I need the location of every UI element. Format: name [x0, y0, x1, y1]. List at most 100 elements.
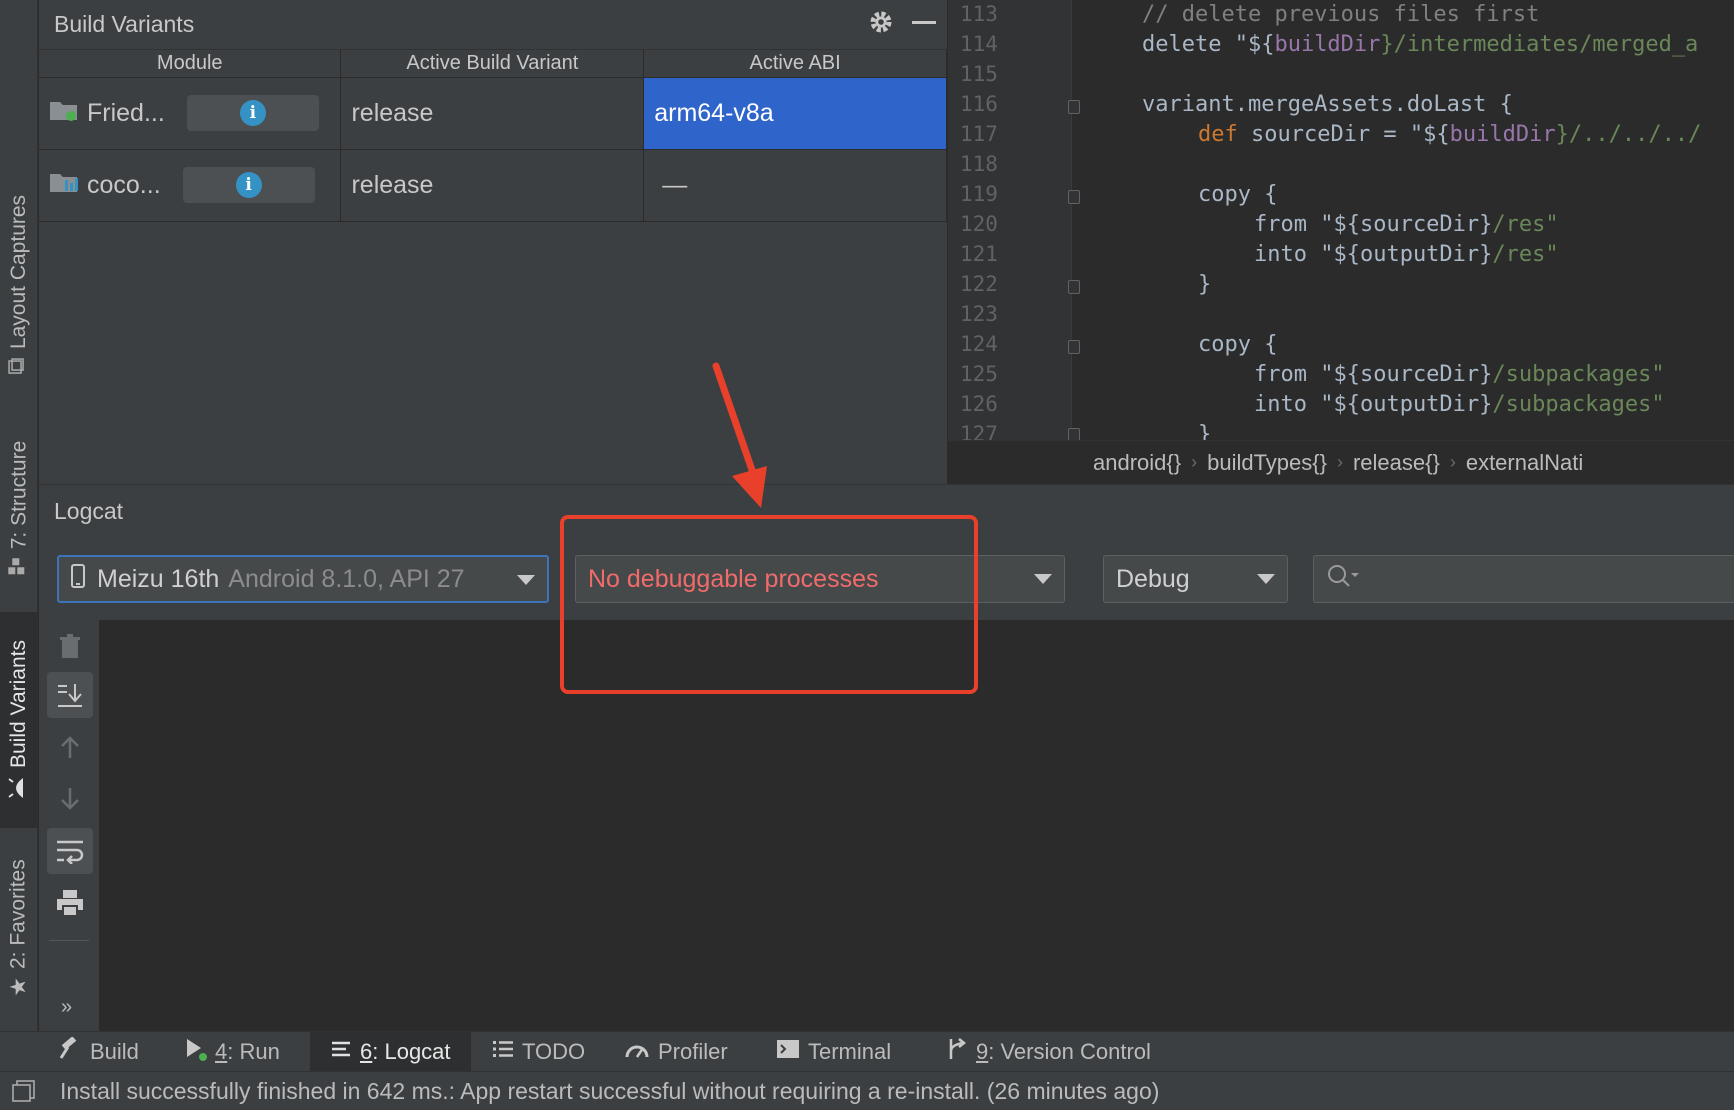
module-cell[interactable]: coco... i	[39, 149, 342, 222]
code-line: delete "${buildDir}/intermediates/merged…	[1142, 32, 1698, 57]
scroll-to-end-button[interactable]	[47, 672, 93, 718]
line-number: 122	[960, 272, 998, 296]
device-selector[interactable]: Meizu 16th Android 8.1.0, API 27	[57, 555, 549, 603]
arrow-down-icon	[61, 788, 79, 810]
abi-cell[interactable]: arm64-v8a	[643, 77, 947, 150]
panel-title: Build Variants	[54, 11, 195, 37]
toggle-tool-windows-icon[interactable]	[12, 1080, 36, 1108]
breadcrumb: android{} › buildTypes{} › release{} › e…	[948, 440, 1734, 484]
column-header-module[interactable]: Module	[39, 50, 342, 78]
code-token: def	[1198, 122, 1251, 147]
tab-build-variants[interactable]: Build Variants	[0, 612, 38, 828]
column-header-abi[interactable]: Active ABI	[643, 50, 947, 78]
code-line: copy {	[1198, 332, 1278, 357]
tab-favorites[interactable]: ★ 2: Favorites	[0, 840, 38, 1015]
tool-tab-label: Terminal	[808, 1039, 892, 1064]
table-row: Fried... i release arm64-v8a	[39, 77, 947, 150]
build-variants-header: Build Variants	[39, 0, 947, 50]
module-info-button[interactable]: i	[186, 95, 319, 131]
layout-captures-icon	[7, 357, 31, 375]
logcat-search-input[interactable]	[1313, 555, 1734, 603]
print-button[interactable]	[47, 880, 93, 926]
tool-tab-logcat[interactable]: 6: Logcat	[310, 1032, 471, 1072]
star-icon: ★	[6, 976, 32, 997]
chevron-down-icon	[1257, 574, 1275, 584]
fold-marker-icon[interactable]	[1068, 280, 1080, 294]
fold-marker-icon[interactable]	[1068, 100, 1080, 114]
status-bar: Install successfully finished in 642 ms.…	[0, 1071, 1734, 1110]
code-editor[interactable]: 113 114 115 116 117 118 119 120 121 122 …	[948, 0, 1734, 440]
tab-structure[interactable]: 7: Structure	[0, 428, 38, 588]
log-level-value: Debug	[1116, 564, 1190, 593]
clear-logcat-button[interactable]	[47, 624, 93, 670]
tool-tab-run[interactable]: 4: Run	[175, 1032, 290, 1072]
phone-icon	[71, 563, 85, 595]
minimize-icon[interactable]	[911, 9, 937, 41]
more-actions-icon[interactable]: »	[61, 996, 72, 1019]
line-number: 126	[960, 392, 998, 416]
code-token: sourceDir = "${	[1250, 122, 1450, 147]
code-line: variant.mergeAssets.doLast {	[1142, 92, 1513, 117]
breadcrumb-item[interactable]: externalNati	[1466, 450, 1583, 476]
line-number: 127	[960, 422, 998, 440]
line-gutter: 113 114 115 116 117 118 119 120 121 122 …	[948, 0, 1072, 440]
code-line: }	[1198, 422, 1212, 440]
trash-icon	[60, 634, 80, 658]
module-cell[interactable]: Fried... i	[39, 77, 342, 150]
column-header-variant[interactable]: Active Build Variant	[340, 50, 645, 78]
code-token: /res"	[1492, 242, 1559, 267]
build-variants-table: Module Active Build Variant Active ABI F…	[39, 50, 947, 222]
code-token: /subpackages"	[1492, 392, 1665, 417]
table-header-row: Module Active Build Variant Active ABI	[39, 50, 947, 78]
variant-cell[interactable]: release	[340, 77, 645, 150]
structure-icon	[7, 557, 31, 575]
module-info-button[interactable]: i	[182, 167, 315, 203]
tab-layout-captures[interactable]: Layout Captures	[0, 180, 38, 390]
terminal-icon	[776, 1039, 800, 1065]
variant-cell[interactable]: release	[340, 149, 645, 222]
printer-icon	[57, 890, 83, 917]
breadcrumb-item[interactable]: buildTypes{}	[1207, 450, 1327, 476]
code-token: into "${outputDir}	[1254, 392, 1493, 417]
chevron-right-icon: ›	[1449, 452, 1456, 472]
table-row: coco... i release —	[39, 149, 947, 222]
tool-tab-label: Profiler	[658, 1039, 728, 1064]
fold-marker-icon[interactable]	[1068, 190, 1080, 204]
tool-tab-terminal[interactable]: Terminal	[766, 1032, 901, 1072]
chevron-right-icon: ›	[1336, 452, 1343, 472]
logcat-side-toolbar: »	[39, 620, 99, 1031]
build-variants-panel: Build Variants Module Active Build Varia…	[39, 0, 947, 484]
tool-tab-profiler[interactable]: Profiler	[614, 1032, 738, 1072]
code-token: /res"	[1492, 212, 1559, 237]
log-level-selector[interactable]: Debug	[1103, 555, 1288, 603]
todo-list-icon	[492, 1039, 514, 1065]
breadcrumb-item[interactable]: release{}	[1353, 450, 1440, 476]
scroll-to-end-icon	[58, 684, 82, 707]
line-number: 123	[960, 302, 998, 326]
tool-tab-todo[interactable]: TODO	[482, 1032, 595, 1072]
fold-marker-icon[interactable]	[1068, 340, 1080, 354]
arrow-up-icon	[61, 736, 79, 758]
code-token: buildDir	[1274, 32, 1381, 57]
tool-tab-version-control[interactable]: 9: Version Control	[936, 1032, 1161, 1072]
chevron-down-icon	[517, 575, 535, 585]
line-number: 119	[960, 182, 998, 206]
line-number: 121	[960, 242, 998, 266]
down-button[interactable]	[47, 776, 93, 822]
breadcrumb-item[interactable]: android{}	[1093, 450, 1181, 476]
app-module-icon	[49, 98, 79, 129]
soft-wrap-icon	[57, 840, 84, 864]
tool-window-bar: Build 4: Run 6: Logcat TODO Profiler Ter…	[0, 1031, 1734, 1072]
soft-wrap-button[interactable]	[47, 828, 93, 874]
android-icon	[7, 776, 31, 800]
abi-cell[interactable]: —	[643, 149, 947, 222]
left-tool-strip: Layout Captures 7: Structure Build Varia…	[0, 0, 38, 1031]
gear-icon[interactable]	[867, 8, 895, 42]
tool-tab-build[interactable]: Build	[48, 1032, 149, 1072]
code-line: from "${sourceDir}/res"	[1254, 212, 1559, 237]
line-number: 124	[960, 332, 998, 356]
fold-marker-icon[interactable]	[1068, 428, 1080, 440]
gauge-icon	[624, 1039, 650, 1065]
tab-layout-captures-label: Layout Captures	[7, 194, 31, 350]
up-button[interactable]	[47, 724, 93, 770]
